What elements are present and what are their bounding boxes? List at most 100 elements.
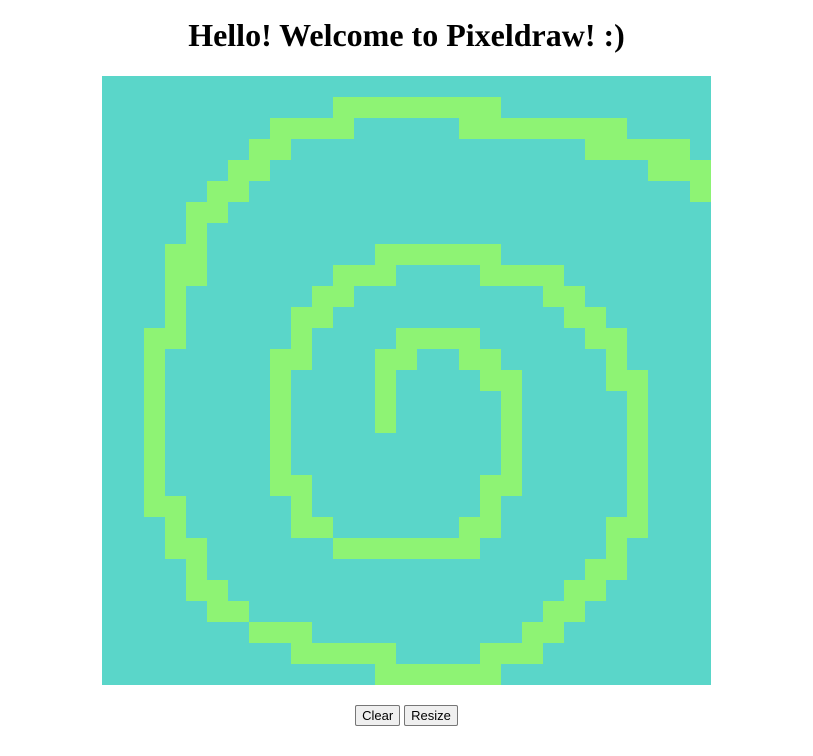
pixel-cell[interactable]: [543, 160, 564, 181]
pixel-cell[interactable]: [291, 265, 312, 286]
pixel-cell[interactable]: [438, 244, 459, 265]
pixel-cell[interactable]: [186, 202, 207, 223]
pixel-cell[interactable]: [543, 622, 564, 643]
pixel-cell[interactable]: [333, 538, 354, 559]
pixel-cell[interactable]: [396, 265, 417, 286]
pixel-cell[interactable]: [333, 496, 354, 517]
pixel-cell[interactable]: [186, 265, 207, 286]
pixel-cell[interactable]: [144, 223, 165, 244]
pixel-cell[interactable]: [207, 559, 228, 580]
pixel-cell[interactable]: [438, 223, 459, 244]
pixel-cell[interactable]: [144, 118, 165, 139]
pixel-cell[interactable]: [333, 307, 354, 328]
pixel-cell[interactable]: [375, 202, 396, 223]
pixel-cell[interactable]: [648, 118, 669, 139]
pixel-cell[interactable]: [186, 643, 207, 664]
pixel-cell[interactable]: [417, 202, 438, 223]
pixel-cell[interactable]: [102, 517, 123, 538]
pixel-cell[interactable]: [627, 412, 648, 433]
pixel-cell[interactable]: [648, 202, 669, 223]
pixel-cell[interactable]: [312, 559, 333, 580]
pixel-cell[interactable]: [312, 622, 333, 643]
pixel-cell[interactable]: [354, 433, 375, 454]
pixel-cell[interactable]: [522, 202, 543, 223]
pixel-cell[interactable]: [606, 181, 627, 202]
pixel-cell[interactable]: [564, 118, 585, 139]
pixel-cell[interactable]: [459, 118, 480, 139]
pixel-cell[interactable]: [270, 181, 291, 202]
pixel-cell[interactable]: [480, 370, 501, 391]
pixel-cell[interactable]: [438, 517, 459, 538]
pixel-cell[interactable]: [627, 349, 648, 370]
pixel-cell[interactable]: [417, 475, 438, 496]
pixel-cell[interactable]: [501, 601, 522, 622]
pixel-cell[interactable]: [102, 475, 123, 496]
pixel-cell[interactable]: [207, 454, 228, 475]
pixel-cell[interactable]: [417, 76, 438, 97]
pixel-cell[interactable]: [501, 202, 522, 223]
pixel-cell[interactable]: [165, 286, 186, 307]
pixel-cell[interactable]: [522, 538, 543, 559]
pixel-cell[interactable]: [501, 76, 522, 97]
pixel-cell[interactable]: [270, 139, 291, 160]
pixel-cell[interactable]: [606, 223, 627, 244]
pixel-cell[interactable]: [228, 118, 249, 139]
pixel-cell[interactable]: [249, 643, 270, 664]
pixel-cell[interactable]: [396, 559, 417, 580]
pixel-cell[interactable]: [144, 454, 165, 475]
pixel-cell[interactable]: [312, 664, 333, 685]
pixel-cell[interactable]: [291, 454, 312, 475]
pixel-cell[interactable]: [207, 643, 228, 664]
pixel-cell[interactable]: [354, 265, 375, 286]
pixel-cell[interactable]: [438, 202, 459, 223]
pixel-cell[interactable]: [165, 643, 186, 664]
pixel-cell[interactable]: [291, 307, 312, 328]
pixel-cell[interactable]: [459, 559, 480, 580]
pixel-cell[interactable]: [375, 265, 396, 286]
pixel-cell[interactable]: [480, 475, 501, 496]
pixel-cell[interactable]: [228, 307, 249, 328]
pixel-cell[interactable]: [627, 370, 648, 391]
pixel-cell[interactable]: [333, 433, 354, 454]
pixel-cell[interactable]: [312, 433, 333, 454]
pixel-cell[interactable]: [375, 307, 396, 328]
pixel-cell[interactable]: [228, 202, 249, 223]
pixel-cell[interactable]: [312, 643, 333, 664]
pixel-cell[interactable]: [480, 181, 501, 202]
pixel-cell[interactable]: [543, 496, 564, 517]
pixel-cell[interactable]: [627, 454, 648, 475]
pixel-cell[interactable]: [564, 370, 585, 391]
pixel-cell[interactable]: [522, 622, 543, 643]
pixel-cell[interactable]: [438, 454, 459, 475]
pixel-cell[interactable]: [333, 391, 354, 412]
pixel-cell[interactable]: [123, 580, 144, 601]
pixel-cell[interactable]: [186, 349, 207, 370]
pixel-cell[interactable]: [648, 265, 669, 286]
pixel-cell[interactable]: [627, 643, 648, 664]
pixel-cell[interactable]: [669, 160, 690, 181]
pixel-cell[interactable]: [438, 559, 459, 580]
pixel-cell[interactable]: [417, 580, 438, 601]
pixel-cell[interactable]: [459, 517, 480, 538]
pixel-cell[interactable]: [459, 307, 480, 328]
pixel-cell[interactable]: [627, 475, 648, 496]
pixel-cell[interactable]: [585, 97, 606, 118]
pixel-cell[interactable]: [249, 160, 270, 181]
pixel-cell[interactable]: [480, 349, 501, 370]
pixel-cell[interactable]: [291, 538, 312, 559]
pixel-cell[interactable]: [396, 433, 417, 454]
pixel-cell[interactable]: [459, 454, 480, 475]
pixel-cell[interactable]: [648, 223, 669, 244]
pixel-cell[interactable]: [585, 76, 606, 97]
pixel-cell[interactable]: [144, 559, 165, 580]
pixel-cell[interactable]: [270, 286, 291, 307]
pixel-cell[interactable]: [123, 601, 144, 622]
pixel-cell[interactable]: [270, 412, 291, 433]
pixel-cell[interactable]: [123, 496, 144, 517]
pixel-cell[interactable]: [396, 538, 417, 559]
pixel-cell[interactable]: [522, 391, 543, 412]
pixel-cell[interactable]: [522, 328, 543, 349]
pixel-cell[interactable]: [396, 475, 417, 496]
pixel-cell[interactable]: [228, 181, 249, 202]
pixel-cell[interactable]: [186, 412, 207, 433]
